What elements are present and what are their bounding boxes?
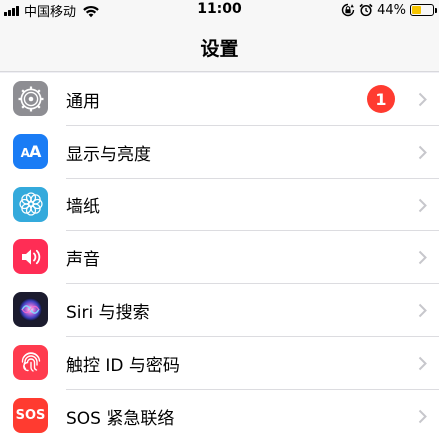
battery-icon bbox=[410, 4, 437, 16]
settings-item-label: SOS 紧急联络 bbox=[66, 408, 175, 429]
chevron-right-icon bbox=[418, 145, 427, 160]
chevron-right-icon bbox=[418, 251, 427, 265]
chevron-right-icon bbox=[418, 92, 427, 107]
sos-icon: SOS bbox=[13, 397, 48, 433]
chevron-right-icon bbox=[418, 409, 427, 423]
settings-item-display-brightness[interactable]: AA 显示与亮度 bbox=[0, 126, 439, 179]
settings-item-touch-id-passcode[interactable]: 触控 ID 与密码 bbox=[0, 337, 439, 390]
settings-item-label: 声音 bbox=[66, 250, 100, 271]
battery-level bbox=[412, 6, 421, 14]
settings-item-wallpaper[interactable]: 墙纸 bbox=[0, 179, 439, 232]
siri-icon bbox=[13, 292, 48, 328]
settings-list: 通用 1 AA 显示与亮度 墙纸 声音 Siri 与搜索 触控 ID 与密码 S… bbox=[0, 73, 439, 434]
page-title: 设置 bbox=[200, 38, 239, 60]
flower-icon bbox=[13, 186, 48, 222]
speaker-icon bbox=[13, 239, 48, 275]
notification-badge: 1 bbox=[367, 85, 395, 113]
chevron-right-icon bbox=[418, 303, 427, 318]
settings-item-label: 触控 ID 与密码 bbox=[66, 355, 180, 376]
fingerprint-icon bbox=[13, 344, 48, 380]
settings-item-siri-search[interactable]: Siri 与搜索 bbox=[0, 284, 439, 337]
orientation-lock-icon bbox=[341, 3, 355, 17]
status-bar-right: 44% bbox=[341, 2, 437, 18]
settings-item-general[interactable]: 通用 1 bbox=[0, 73, 439, 126]
settings-screen: 中国移动 11:00 44% 设置 通用 1 AA 显示与亮度 墙纸 声音 Si… bbox=[0, 0, 439, 434]
gear-icon bbox=[13, 81, 48, 116]
settings-item-label: Siri 与搜索 bbox=[66, 303, 150, 324]
settings-item-sound[interactable]: 声音 bbox=[0, 231, 439, 285]
navigation-bar: 设置 bbox=[0, 20, 439, 72]
text-size-icon: AA bbox=[13, 133, 48, 169]
chevron-right-icon bbox=[418, 198, 427, 212]
settings-item-emergency-sos[interactable]: SOS SOS 紧急联络 bbox=[0, 390, 439, 434]
status-bar: 中国移动 11:00 44% bbox=[0, 0, 439, 20]
battery-percent: 44% bbox=[377, 2, 406, 18]
alarm-icon bbox=[359, 3, 373, 17]
settings-item-label: 墙纸 bbox=[66, 197, 100, 218]
settings-item-label: 通用 bbox=[66, 91, 100, 112]
chevron-right-icon bbox=[418, 356, 427, 371]
settings-item-label: 显示与亮度 bbox=[66, 144, 151, 165]
